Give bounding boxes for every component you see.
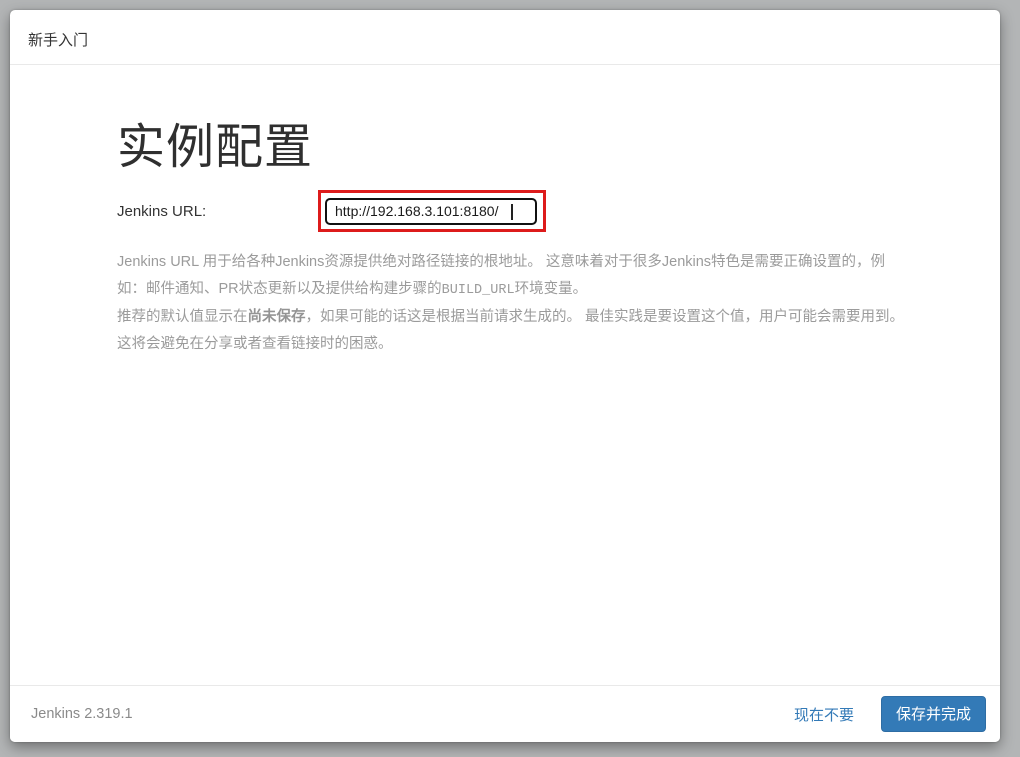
save-and-finish-button[interactable]: 保存并完成 — [880, 696, 986, 732]
jenkins-url-form-row: Jenkins URL: — [117, 189, 907, 232]
jenkins-version-label: Jenkins 2.319.1 — [31, 706, 133, 722]
jenkins-url-label: Jenkins URL: — [117, 202, 207, 220]
jenkins-url-help-text: Jenkins URL 用于给各种Jenkins资源提供绝对路径链接的根地址。 … — [117, 249, 909, 358]
jenkins-url-input-wrapper — [318, 189, 546, 232]
dialog-header: 新手入门 — [10, 10, 1000, 65]
build-url-code: BUILD_URL — [441, 282, 515, 298]
help-p2-bold: 尚未保存 — [247, 308, 306, 325]
help-paragraph-2: 推荐的默认值显示在尚未保存，如果可能的话这是根据当前请求生成的。 最佳实践是要设… — [117, 304, 909, 358]
page-title: 实例配置 — [117, 121, 314, 174]
not-now-link[interactable]: 现在不要 — [794, 704, 854, 725]
text-cursor — [511, 203, 513, 220]
dialog-footer: Jenkins 2.319.1 现在不要 保存并完成 — [10, 685, 1000, 742]
setup-wizard-dialog: 新手入门 实例配置 Jenkins URL: Jenkins URL 用于给各种… — [10, 10, 1000, 742]
help-paragraph-1: Jenkins URL 用于给各种Jenkins资源提供绝对路径链接的根地址。 … — [117, 249, 909, 304]
jenkins-url-input[interactable] — [325, 197, 537, 225]
dialog-title: 新手入门 — [28, 32, 89, 49]
help-p1-tail: 环境变量。 — [514, 280, 588, 297]
help-p2-text: 推荐的默认值显示在 — [117, 308, 248, 325]
dialog-body: 实例配置 Jenkins URL: Jenkins URL 用于给各种Jenki… — [10, 65, 1000, 358]
